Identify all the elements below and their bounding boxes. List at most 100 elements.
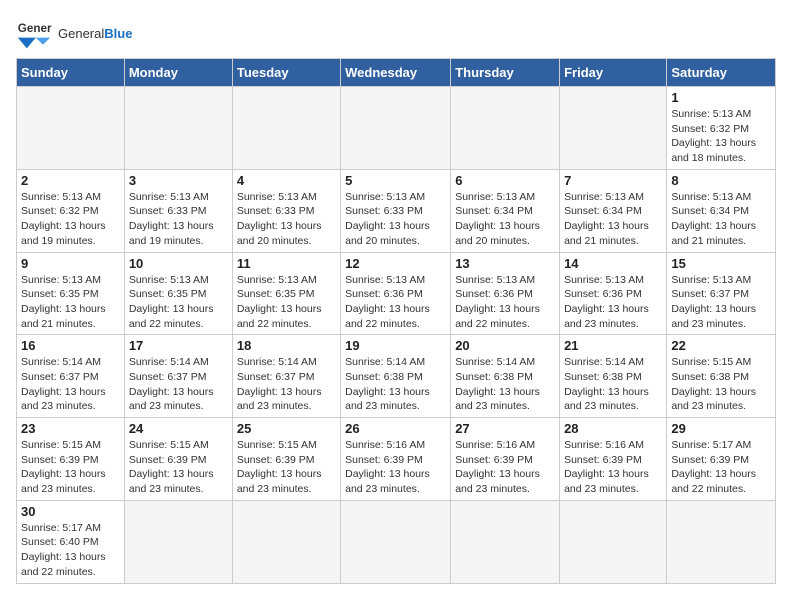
calendar-week-row: 16Sunrise: 5:14 AM Sunset: 6:37 PM Dayli… [17,335,776,418]
day-info: Sunrise: 5:16 AM Sunset: 6:39 PM Dayligh… [345,438,446,497]
day-number: 30 [21,504,120,519]
day-number: 7 [564,173,662,188]
calendar-cell: 26 Sunrise: 5:16 AM Sunset: 6:39 PM Dayli… [341,418,451,501]
calendar-cell: 9 Sunrise: 5:13 AM Sunset: 6:35 PM Daylig… [17,252,125,335]
calendar-cell [124,500,232,583]
calendar-cell: 6Sunrise: 5:13 AM Sunset: 6:34 PM Daylig… [451,169,560,252]
calendar-cell: 18Sunrise: 5:14 AM Sunset: 6:37 PM Dayli… [232,335,340,418]
calendar-cell [232,500,340,583]
weekday-header-wednesday: Wednesday [341,59,451,87]
calendar-cell [341,500,451,583]
day-info: Sunrise: 5:14 AM Sunset: 6:37 PM Dayligh… [21,355,120,414]
calendar-cell: 10 Sunrise: 5:13 AM Sunset: 6:35 PM Dayli… [124,252,232,335]
calendar-cell: 3Sunrise: 5:13 AM Sunset: 6:33 PM Daylig… [124,169,232,252]
day-info: Sunrise: 5:13 AM Sunset: 6:36 PM Dayligh… [564,273,662,332]
calendar-cell: 29Sunrise: 5:17 AM Sunset: 6:39 PM Dayli… [667,418,776,501]
day-info: Sunrise: 5:15 AM Sunset: 6:39 PM Dayligh… [129,438,228,497]
calendar-cell: 30 Sunrise: 5:17 AM Sunset: 6:40 PM Dayli… [17,500,125,583]
day-info: Sunrise: 5:13 AM Sunset: 6:32 PM Dayligh… [21,190,120,249]
day-number: 27 [455,421,555,436]
day-info: Sunrise: 5:13 AM Sunset: 6:32 PM Dayligh… [671,107,771,166]
day-info: Sunrise: 5:17 AM Sunset: 6:39 PM Dayligh… [671,438,771,497]
calendar-cell: 25 Sunrise: 5:15 AM Sunset: 6:39 PM Dayli… [232,418,340,501]
day-info: Sunrise: 5:13 AM Sunset: 6:36 PM Dayligh… [455,273,555,332]
calendar-cell: 17 Sunrise: 5:14 AM Sunset: 6:37 PM Dayli… [124,335,232,418]
calendar-cell: 12Sunrise: 5:13 AM Sunset: 6:36 PM Dayli… [341,252,451,335]
calendar-cell [560,87,667,170]
day-info: Sunrise: 5:14 AM Sunset: 6:38 PM Dayligh… [345,355,446,414]
day-info: Sunrise: 5:13 AM Sunset: 6:36 PM Dayligh… [345,273,446,332]
day-number: 6 [455,173,555,188]
day-info: Sunrise: 5:14 AM Sunset: 6:38 PM Dayligh… [564,355,662,414]
calendar-cell: 27 Sunrise: 5:16 AM Sunset: 6:39 PM Dayli… [451,418,560,501]
calendar-cell: 21 Sunrise: 5:14 AM Sunset: 6:38 PM Dayli… [560,335,667,418]
day-number: 9 [21,256,120,271]
day-number: 2 [21,173,120,188]
day-info: Sunrise: 5:13 AM Sunset: 6:35 PM Dayligh… [129,273,228,332]
weekday-header-friday: Friday [560,59,667,87]
calendar-cell [17,87,125,170]
day-number: 17 [129,338,228,353]
weekday-header-saturday: Saturday [667,59,776,87]
calendar-cell: 2 Sunrise: 5:13 AM Sunset: 6:32 PM Daylig… [17,169,125,252]
logo: General GeneralBlue [16,16,132,52]
calendar-week-row: 2 Sunrise: 5:13 AM Sunset: 6:32 PM Daylig… [17,169,776,252]
svg-text:General: General [18,22,52,35]
day-info: Sunrise: 5:14 AM Sunset: 6:37 PM Dayligh… [237,355,336,414]
day-number: 11 [237,256,336,271]
calendar-cell: 11 Sunrise: 5:13 AM Sunset: 6:35 PM Dayli… [232,252,340,335]
day-info: Sunrise: 5:17 AM Sunset: 6:40 PM Dayligh… [21,521,120,580]
day-number: 4 [237,173,336,188]
calendar-cell: 1 Sunrise: 5:13 AM Sunset: 6:32 PM Daylig… [667,87,776,170]
weekday-header-monday: Monday [124,59,232,87]
day-info: Sunrise: 5:13 AM Sunset: 6:33 PM Dayligh… [129,190,228,249]
day-info: Sunrise: 5:13 AM Sunset: 6:34 PM Dayligh… [564,190,662,249]
weekday-header-tuesday: Tuesday [232,59,340,87]
day-info: Sunrise: 5:13 AM Sunset: 6:34 PM Dayligh… [671,190,771,249]
day-number: 14 [564,256,662,271]
day-info: Sunrise: 5:15 AM Sunset: 6:38 PM Dayligh… [671,355,771,414]
day-info: Sunrise: 5:13 AM Sunset: 6:35 PM Dayligh… [21,273,120,332]
calendar-cell: 20 Sunrise: 5:14 AM Sunset: 6:38 PM Dayli… [451,335,560,418]
day-number: 13 [455,256,555,271]
day-number: 21 [564,338,662,353]
day-number: 5 [345,173,446,188]
calendar-cell: 23 Sunrise: 5:15 AM Sunset: 6:39 PM Dayli… [17,418,125,501]
calendar-cell [451,87,560,170]
calendar-cell: 5 Sunrise: 5:13 AM Sunset: 6:33 PM Daylig… [341,169,451,252]
calendar-table: SundayMondayTuesdayWednesdayThursdayFrid… [16,58,776,584]
day-number: 1 [671,90,771,105]
weekday-header-thursday: Thursday [451,59,560,87]
calendar-cell: 22Sunrise: 5:15 AM Sunset: 6:38 PM Dayli… [667,335,776,418]
calendar-week-row: 23 Sunrise: 5:15 AM Sunset: 6:39 PM Dayli… [17,418,776,501]
general-blue-logo-icon: General [16,16,52,52]
calendar-cell [232,87,340,170]
day-number: 8 [671,173,771,188]
calendar-cell: 24Sunrise: 5:15 AM Sunset: 6:39 PM Dayli… [124,418,232,501]
calendar-cell: 28Sunrise: 5:16 AM Sunset: 6:39 PM Dayli… [560,418,667,501]
calendar-cell [124,87,232,170]
day-info: Sunrise: 5:13 AM Sunset: 6:37 PM Dayligh… [671,273,771,332]
day-info: Sunrise: 5:13 AM Sunset: 6:35 PM Dayligh… [237,273,336,332]
day-number: 20 [455,338,555,353]
calendar-cell [451,500,560,583]
calendar-cell: 4Sunrise: 5:13 AM Sunset: 6:33 PM Daylig… [232,169,340,252]
day-info: Sunrise: 5:15 AM Sunset: 6:39 PM Dayligh… [237,438,336,497]
day-number: 15 [671,256,771,271]
calendar-cell: 14 Sunrise: 5:13 AM Sunset: 6:36 PM Dayli… [560,252,667,335]
day-info: Sunrise: 5:14 AM Sunset: 6:37 PM Dayligh… [129,355,228,414]
header: General GeneralBlue [16,16,776,52]
day-number: 10 [129,256,228,271]
day-info: Sunrise: 5:14 AM Sunset: 6:38 PM Dayligh… [455,355,555,414]
calendar-cell: 7 Sunrise: 5:13 AM Sunset: 6:34 PM Daylig… [560,169,667,252]
day-number: 23 [21,421,120,436]
day-number: 25 [237,421,336,436]
day-info: Sunrise: 5:13 AM Sunset: 6:33 PM Dayligh… [345,190,446,249]
calendar-cell: 15 Sunrise: 5:13 AM Sunset: 6:37 PM Dayli… [667,252,776,335]
calendar-cell: 8 Sunrise: 5:13 AM Sunset: 6:34 PM Daylig… [667,169,776,252]
day-info: Sunrise: 5:15 AM Sunset: 6:39 PM Dayligh… [21,438,120,497]
calendar-header-row: SundayMondayTuesdayWednesdayThursdayFrid… [17,59,776,87]
day-number: 26 [345,421,446,436]
day-info: Sunrise: 5:16 AM Sunset: 6:39 PM Dayligh… [455,438,555,497]
day-info: Sunrise: 5:16 AM Sunset: 6:39 PM Dayligh… [564,438,662,497]
